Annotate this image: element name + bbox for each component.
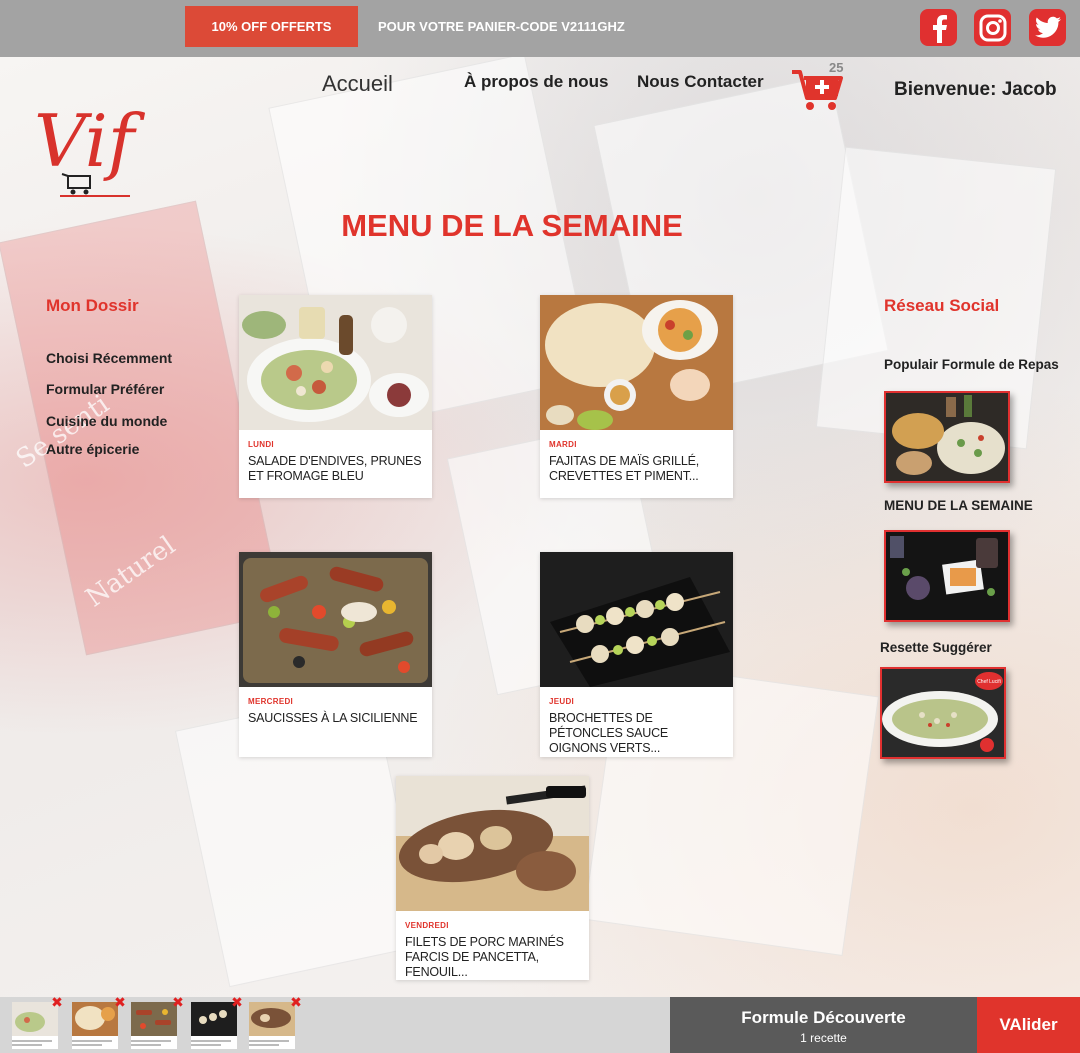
fajitas-image: [540, 295, 733, 430]
remove-item-icon[interactable]: ✖: [51, 995, 63, 1009]
cart-bottom-bar: ✖ ✖ ✖ ✖ ✖ Formule Découverte 1 recette V…: [0, 995, 1080, 1053]
weekly-menu-label: MENU DE LA SEMAINE: [884, 498, 1033, 513]
instagram-icon[interactable]: [974, 9, 1011, 46]
promo-badge[interactable]: 10% OFF OFFERTS: [185, 6, 358, 47]
facebook-icon[interactable]: [920, 9, 957, 46]
sausages-image: [239, 552, 432, 687]
left-sidebar-title: Mon Dossir: [46, 296, 139, 315]
cart-item-thumb[interactable]: [72, 1002, 118, 1049]
menu-card-lundi[interactable]: LUNDI SALADE D'ENDIVES, PRUNES ET FROMAG…: [239, 295, 432, 498]
salad-image: [239, 295, 432, 430]
cart-item-thumb[interactable]: [191, 1002, 237, 1049]
sidebar-item-other-grocery[interactable]: Autre épicerie: [46, 441, 139, 457]
recipe-title: SAUCISSES À LA SICILIENNE: [248, 711, 418, 725]
cart-count: 25: [829, 60, 844, 75]
twitter-icon[interactable]: [1029, 9, 1066, 46]
popular-formula-thumb[interactable]: [884, 391, 1010, 483]
logo-text: Vif: [34, 99, 146, 183]
menu-card-mardi[interactable]: MARDI FAJITAS DE MAÏS GRILLÉ, CREVETTES …: [540, 295, 733, 498]
day-label: JEUDI: [549, 697, 575, 706]
recipe-title: BROCHETTES DE PÉTONCLES SAUCE OIGNONS VE…: [549, 711, 669, 755]
suggested-recipe-label: Resette Suggérer: [880, 640, 992, 655]
sidebar-item-favorites[interactable]: Formular Préférer: [46, 381, 164, 397]
recipe-title: FILETS DE PORC MARINÉS FARCIS DE PANCETT…: [405, 935, 564, 979]
welcome-text: Bienvenue: Jacob: [894, 79, 1057, 100]
menu-card-mercredi[interactable]: MERCREDI SAUCISSES À LA SICILIENNE: [239, 552, 432, 757]
menu-card-jeudi[interactable]: JEUDI BROCHETTES DE PÉTONCLES SAUCE OIGN…: [540, 552, 733, 757]
chef-badge-text: Chef Lucifi: [977, 679, 1001, 685]
sidebar-item-world-cuisine[interactable]: Cuisine du monde: [46, 413, 167, 429]
formule-recipe-count: 1 recette: [800, 1031, 847, 1045]
remove-item-icon[interactable]: ✖: [290, 995, 302, 1009]
suggested-recipe-thumb[interactable]: Chef Lucifi: [880, 667, 1006, 759]
nav-home[interactable]: Accueil: [322, 71, 393, 97]
menu-card-vendredi[interactable]: VENDREDI FILETS DE PORC MARINÉS FARCIS D…: [396, 776, 589, 980]
recipe-title: SALADE D'ENDIVES, PRUNES ET FROMAGE BLEU: [248, 454, 422, 483]
day-label: VENDREDI: [405, 921, 449, 930]
page-title: MENU DE LA SEMAINE: [341, 208, 683, 243]
right-sidebar-title: Réseau Social: [884, 296, 1000, 315]
scallops-image: [540, 552, 733, 687]
nav-contact[interactable]: Nous Contacter: [637, 72, 764, 92]
formule-title: Formule Découverte: [741, 1008, 906, 1027]
cart-item-thumb[interactable]: [249, 1002, 295, 1049]
popular-formula-label: Populair Formule de Repas: [884, 357, 1059, 372]
day-label: MERCREDI: [248, 697, 294, 706]
cart-item-thumb[interactable]: [131, 1002, 177, 1049]
vif-logo[interactable]: Vif: [30, 88, 155, 213]
remove-item-icon[interactable]: ✖: [172, 995, 184, 1009]
sidebar-item-recent[interactable]: Choisi Récemment: [46, 350, 172, 366]
remove-item-icon[interactable]: ✖: [114, 995, 126, 1009]
validate-button[interactable]: VAlider: [977, 997, 1080, 1053]
recipe-title: FAJITAS DE MAÏS GRILLÉ, CREVETTES ET PIM…: [549, 454, 700, 483]
nav-about[interactable]: À propos de nous: [464, 72, 609, 92]
day-label: MARDI: [549, 440, 577, 449]
day-label: LUNDI: [248, 440, 274, 449]
promo-bar: 10% OFF OFFERTS POUR VOTRE PANIER-CODE V…: [0, 0, 1080, 57]
formule-summary: Formule Découverte 1 recette: [670, 997, 977, 1053]
promo-code-text: POUR VOTRE PANIER-CODE V2111GHZ: [378, 19, 625, 34]
weekly-menu-thumb[interactable]: [884, 530, 1010, 622]
remove-item-icon[interactable]: ✖: [231, 995, 243, 1009]
pork-image: [396, 776, 589, 911]
